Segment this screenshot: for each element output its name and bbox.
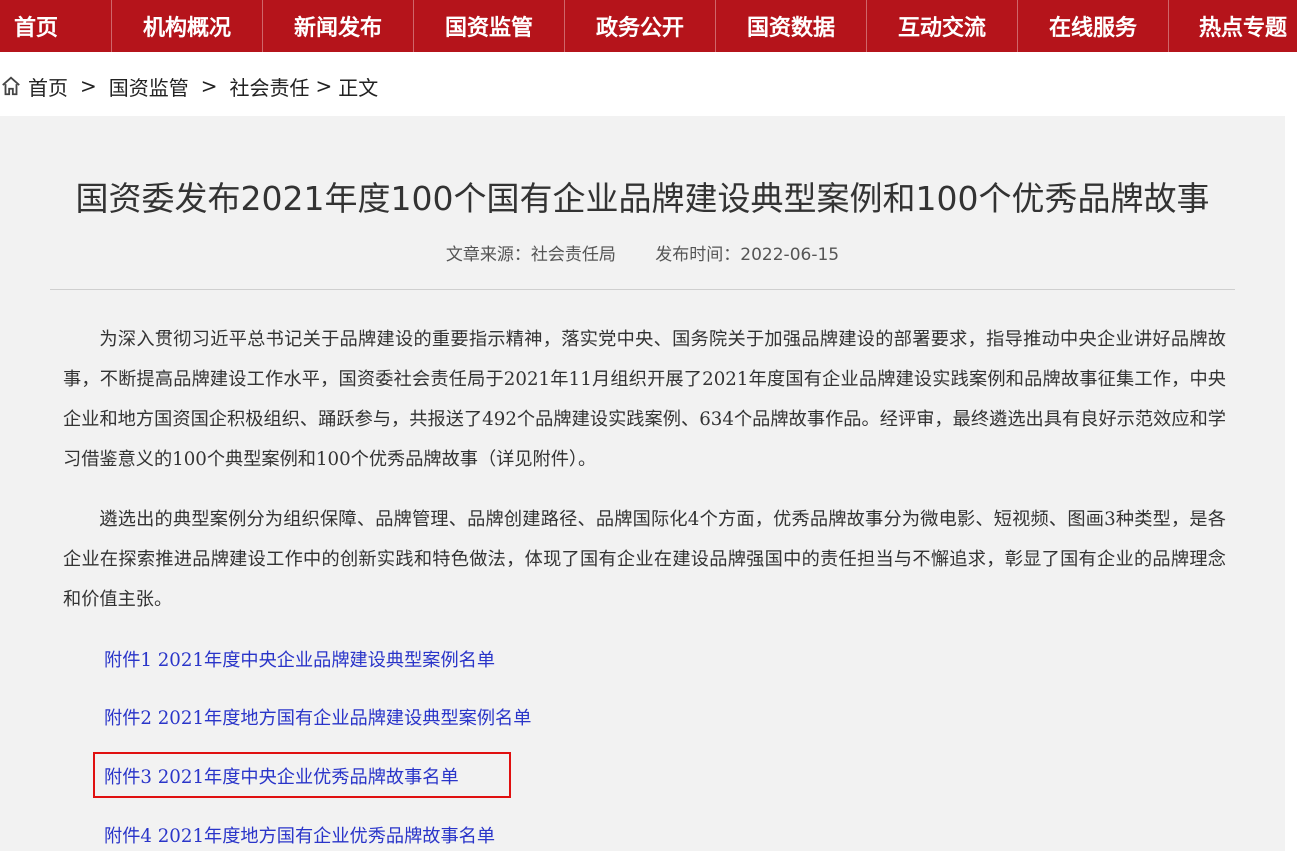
breadcrumb-home-link[interactable]: 首页 bbox=[28, 72, 68, 101]
article-paragraph-2: 遴选出的典型案例分为组织保障、品牌管理、品牌创建路径、品牌国际化4个方面，优秀品… bbox=[63, 509, 1226, 610]
article-meta: 文章来源：社会责任局 发布时间：2022-06-15 bbox=[0, 240, 1285, 265]
attachment-link-1[interactable]: 附件1 2021年度中央企业品牌建设典型案例名单 bbox=[104, 646, 495, 672]
breadcrumb-separator: > bbox=[315, 74, 333, 98]
nav-item-organization[interactable]: 机构概况 bbox=[112, 0, 263, 52]
breadcrumb-supervision-link[interactable]: 国资监管 bbox=[109, 72, 189, 101]
nav-item-supervision[interactable]: 国资监管 bbox=[414, 0, 565, 52]
nav-item-home[interactable]: 首页 bbox=[0, 0, 112, 52]
breadcrumb-current: 正文 bbox=[338, 75, 379, 100]
nav-item-interaction[interactable]: 互动交流 bbox=[867, 0, 1018, 52]
nav-item-news[interactable]: 新闻发布 bbox=[263, 0, 414, 52]
article-date: 发布时间：2022-06-15 bbox=[655, 245, 840, 265]
article-paragraph-1: 为深入贯彻习近平总书记关于品牌建设的重要指示精神，落实党中央、国务院关于加强品牌… bbox=[63, 329, 1226, 470]
article-source: 文章来源：社会责任局 bbox=[445, 245, 616, 265]
highlight-box bbox=[93, 752, 511, 798]
breadcrumb: 首页 > 国资监管 > 社会责任 > 正文 bbox=[0, 70, 378, 102]
breadcrumb-social-responsibility-link[interactable]: 社会责任 bbox=[230, 72, 310, 101]
top-navigation-bar: 首页 机构概况 新闻发布 国资监管 政务公开 国资数据 互动交流 在线服务 热点… bbox=[0, 0, 1297, 52]
attachment-link-4[interactable]: 附件4 2021年度地方国有企业优秀品牌故事名单 bbox=[104, 822, 495, 848]
article-container: 国资委发布2021年度100个国有企业品牌建设典型案例和100个优秀品牌故事 文… bbox=[0, 116, 1285, 851]
nav-item-hot-topics[interactable]: 热点专题 bbox=[1169, 0, 1297, 52]
article-title: 国资委发布2021年度100个国有企业品牌建设典型案例和100个优秀品牌故事 bbox=[75, 179, 1210, 218]
breadcrumb-separator: > bbox=[80, 74, 97, 98]
nav-item-government-affairs[interactable]: 政务公开 bbox=[565, 0, 716, 52]
attachment-link-2[interactable]: 附件2 2021年度地方国有企业品牌建设典型案例名单 bbox=[104, 704, 531, 730]
title-divider bbox=[50, 289, 1235, 290]
breadcrumb-separator: > bbox=[200, 74, 218, 98]
nav-item-online-services[interactable]: 在线服务 bbox=[1018, 0, 1169, 52]
nav-item-data[interactable]: 国资数据 bbox=[716, 0, 867, 52]
home-icon bbox=[2, 76, 20, 96]
